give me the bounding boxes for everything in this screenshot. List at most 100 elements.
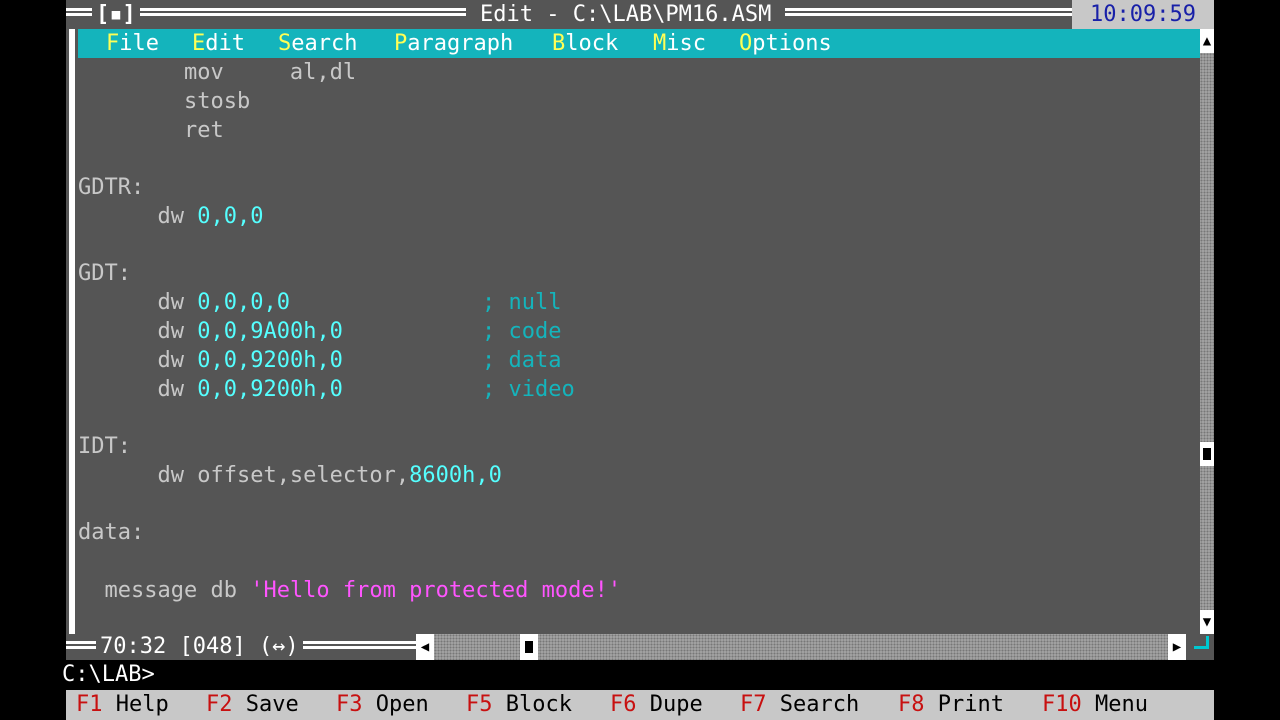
menu-misc[interactable]: Misc — [653, 29, 706, 58]
window-frame-left — [66, 29, 78, 649]
menu-options-label: ptions — [752, 31, 832, 56]
code-line: dw 0,0,0,0 — [78, 288, 290, 317]
code-op: dw — [157, 348, 198, 373]
fkey-code: F6 — [610, 692, 637, 717]
menu-misc-hotkey: M — [653, 31, 667, 56]
menu-block-hotkey: B — [552, 31, 566, 56]
fkey-code: F8 — [898, 692, 925, 717]
menu-edit[interactable]: Edit — [192, 29, 245, 58]
code-comment: ; null — [482, 290, 562, 315]
fkey-menu[interactable]: F10 Menu — [1042, 690, 1148, 720]
scroll-down-icon[interactable]: ▼ — [1200, 610, 1214, 634]
menu-edit-hotkey: E — [192, 31, 206, 56]
vertical-scroll-thumb[interactable] — [1200, 442, 1214, 466]
fkey-label: Dupe — [649, 692, 703, 717]
fkey-label: Block — [505, 692, 572, 717]
fkey-open[interactable]: F3 Open — [336, 690, 429, 720]
fkey-label: Menu — [1095, 692, 1148, 717]
menu-paragraph-hotkey: P — [394, 31, 408, 56]
code-line: dw 0,0,0 — [78, 202, 263, 231]
code-line: mov al,dl — [78, 58, 356, 87]
label-text: GDT: — [78, 261, 131, 286]
code-line: dw 0,0,9200h,0 — [78, 346, 343, 375]
code-numbers: 0,0,0 — [197, 204, 264, 229]
label-text: GDTR: — [78, 175, 145, 200]
code-line: message db 'Hello from protected mode!' — [78, 576, 622, 605]
menu-search-label: earch — [291, 31, 358, 56]
code-label: data: — [78, 518, 144, 547]
status-bar: 70:32 [048] (↔) ◀ ▶ — [66, 634, 1214, 660]
code-line: ret — [78, 116, 224, 145]
code-numbers: 0,0,9200h,0 — [197, 377, 343, 402]
fkey-label: Print — [937, 692, 1004, 717]
menu-misc-label: isc — [666, 31, 706, 56]
code-string: 'Hello from protected mode!' — [250, 578, 622, 603]
cursor-position: 70:32 [048] (↔) — [96, 634, 303, 660]
menu-file[interactable]: File — [106, 29, 159, 58]
label-text: IDT: — [78, 434, 131, 459]
code-op: dw — [157, 290, 198, 315]
menu-options[interactable]: Options — [739, 29, 832, 58]
fkey-label: Open — [375, 692, 429, 717]
code-line: stosb — [78, 87, 250, 116]
fkey-code: F2 — [206, 692, 233, 717]
menu-block[interactable]: Block — [552, 29, 618, 58]
editor-text-area[interactable]: mov al,dl stosb ret GDTR: dw 0,0,0 GDT: … — [78, 58, 1200, 634]
resize-corner-icon[interactable] — [1188, 634, 1214, 660]
horizontal-scroll-thumb[interactable] — [520, 634, 538, 660]
close-button[interactable]: [▪] — [92, 0, 140, 29]
menu-search[interactable]: Search — [278, 29, 357, 58]
code-line: dw 0,0,9A00h,0 — [78, 317, 343, 346]
fkey-dupe[interactable]: F6 Dupe — [610, 690, 703, 720]
code-line: dw 0,0,9200h,0 — [78, 375, 343, 404]
code-numbers: 0,0,0,0 — [197, 290, 290, 315]
fkey-label: Save — [245, 692, 299, 717]
scroll-right-icon[interactable]: ▶ — [1168, 634, 1186, 660]
menu-file-hotkey: F — [106, 31, 120, 56]
label-text: data: — [78, 520, 145, 545]
title-bar: [▪] Edit - C:\LAB\PM16.ASM 10:09:59 — [66, 0, 1214, 29]
code-numbers: 8600h,0 — [409, 463, 502, 488]
menu-file-label: ile — [119, 31, 159, 56]
code-label: GDTR: — [78, 173, 144, 202]
fkey-label: Search — [779, 692, 860, 717]
window-title: Edit - C:\LAB\PM16.ASM — [466, 0, 786, 29]
fkey-search[interactable]: F7 Search — [740, 690, 859, 720]
fkey-label: Help — [115, 692, 169, 717]
fkey-code: F10 — [1042, 692, 1082, 717]
code-numbers: 0,0,9200h,0 — [197, 348, 343, 373]
code-label: GDT: — [78, 259, 131, 288]
code-comment: ; data — [482, 348, 562, 373]
menu-search-hotkey: S — [278, 31, 292, 56]
fkey-code: F1 — [76, 692, 103, 717]
horizontal-scrollbar[interactable]: ◀ ▶ — [416, 634, 1186, 660]
fkey-save[interactable]: F2 Save — [206, 690, 299, 720]
fkey-block[interactable]: F5 Block — [466, 690, 572, 720]
dos-prompt: C:\LAB> — [62, 662, 155, 687]
menu-paragraph-label: aragraph — [407, 31, 514, 56]
code-op: dw — [157, 204, 198, 229]
code-text: ret — [183, 118, 224, 143]
menu-paragraph[interactable]: Paragraph — [394, 29, 513, 58]
fkey-print[interactable]: F8 Print — [898, 690, 1004, 720]
scroll-left-icon[interactable]: ◀ — [416, 634, 434, 660]
code-numbers: 0,0,9A00h,0 — [197, 319, 343, 344]
menu-bar: File Edit Search Paragraph Block Misc Op… — [78, 29, 1200, 58]
fkey-code: F5 — [466, 692, 493, 717]
fkey-code: F3 — [336, 692, 363, 717]
fkey-help[interactable]: F1 Help — [76, 690, 169, 720]
vertical-scrollbar[interactable]: ▲ ▼ — [1200, 29, 1214, 634]
scroll-up-icon[interactable]: ▲ — [1200, 29, 1214, 53]
menu-edit-label: dit — [205, 31, 245, 56]
code-op: dw — [157, 377, 198, 402]
